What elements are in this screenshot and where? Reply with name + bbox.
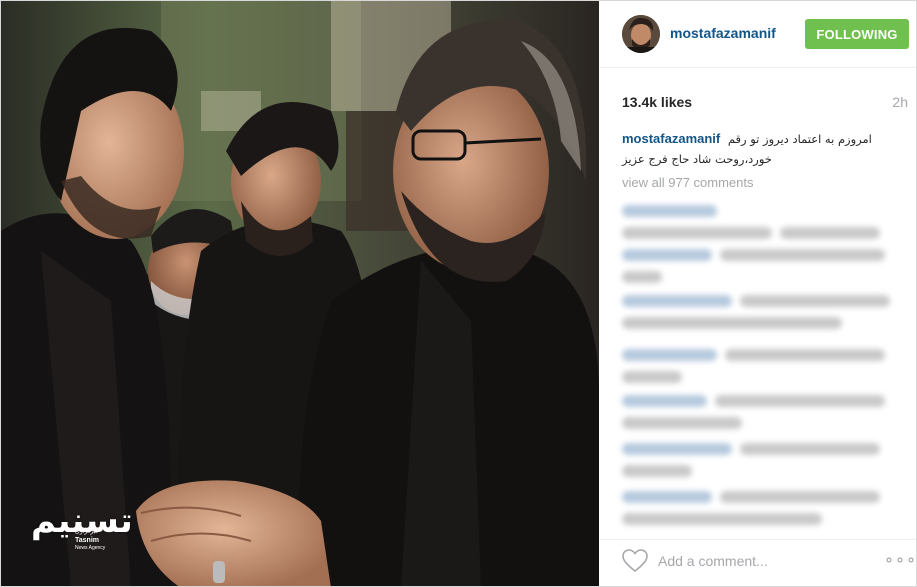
post-side-panel: mostafazamanif FOLLOWING 13.4k likes 2h … <box>600 1 916 586</box>
blurred-comment-row <box>622 513 822 525</box>
blurred-comment-row <box>622 417 742 429</box>
blurred-comment-row <box>715 395 885 407</box>
watermark-agency-fa: خبرگزاری <box>75 529 100 535</box>
username-link[interactable]: mostafazamanif <box>670 25 776 41</box>
blurred-comment-row <box>622 491 712 503</box>
footer-divider <box>600 539 916 540</box>
caption-text-line2: خورد،روحت شاد حاج فرج عزیز <box>622 152 772 166</box>
photo-scene <box>1 1 599 586</box>
likes-count[interactable]: 13.4k likes <box>622 94 692 110</box>
blurred-comment-row <box>622 465 692 477</box>
watermark-agency-en: Tasnim <box>75 537 99 544</box>
blurred-comment-row <box>622 249 712 261</box>
avatar[interactable] <box>622 15 660 53</box>
blurred-comment-row <box>740 295 890 307</box>
blurred-comment-row <box>720 491 880 503</box>
following-button[interactable]: FOLLOWING <box>805 19 909 49</box>
add-comment-input[interactable] <box>658 549 868 573</box>
comments-list <box>620 197 900 537</box>
post-dialog: تسنیم خبرگزاری Tasnim News Agency mostaf… <box>0 0 917 587</box>
blurred-comment-row <box>622 371 682 383</box>
blurred-comment-row <box>622 349 717 361</box>
caption-username[interactable]: mostafazamanif <box>622 131 720 146</box>
blurred-comment-row <box>725 349 885 361</box>
view-all-comments-link[interactable]: view all 977 comments <box>622 175 754 190</box>
blurred-comment-row <box>622 295 732 307</box>
avatar-image <box>622 15 660 53</box>
blurred-comment-row <box>622 395 707 407</box>
heart-outline-icon[interactable] <box>622 549 648 573</box>
blurred-comment-row <box>622 227 772 239</box>
more-options-icon[interactable]: ∘∘∘ <box>884 553 916 569</box>
blurred-comment-row <box>720 249 885 261</box>
post-photo[interactable]: تسنیم خبرگزاری Tasnim News Agency <box>1 1 599 586</box>
post-time[interactable]: 2h <box>892 94 908 110</box>
blurred-comment-row <box>740 443 880 455</box>
blurred-comment-row <box>780 227 880 239</box>
blurred-comment-row <box>622 317 842 329</box>
news-agency-watermark: تسنیم خبرگزاری Tasnim News Agency <box>31 501 133 561</box>
blurred-comment-row <box>622 205 717 217</box>
blurred-comment-row <box>622 271 662 283</box>
blurred-comment-row <box>622 443 732 455</box>
post-caption: mostafazamanif امروزم به اعتماد دیروز تو… <box>622 129 884 169</box>
caption-text-line1: امروزم به اعتماد دیروز تو رقم <box>727 132 872 146</box>
watermark-agency-sub: News Agency <box>75 545 106 551</box>
post-header: mostafazamanif FOLLOWING <box>600 1 916 68</box>
